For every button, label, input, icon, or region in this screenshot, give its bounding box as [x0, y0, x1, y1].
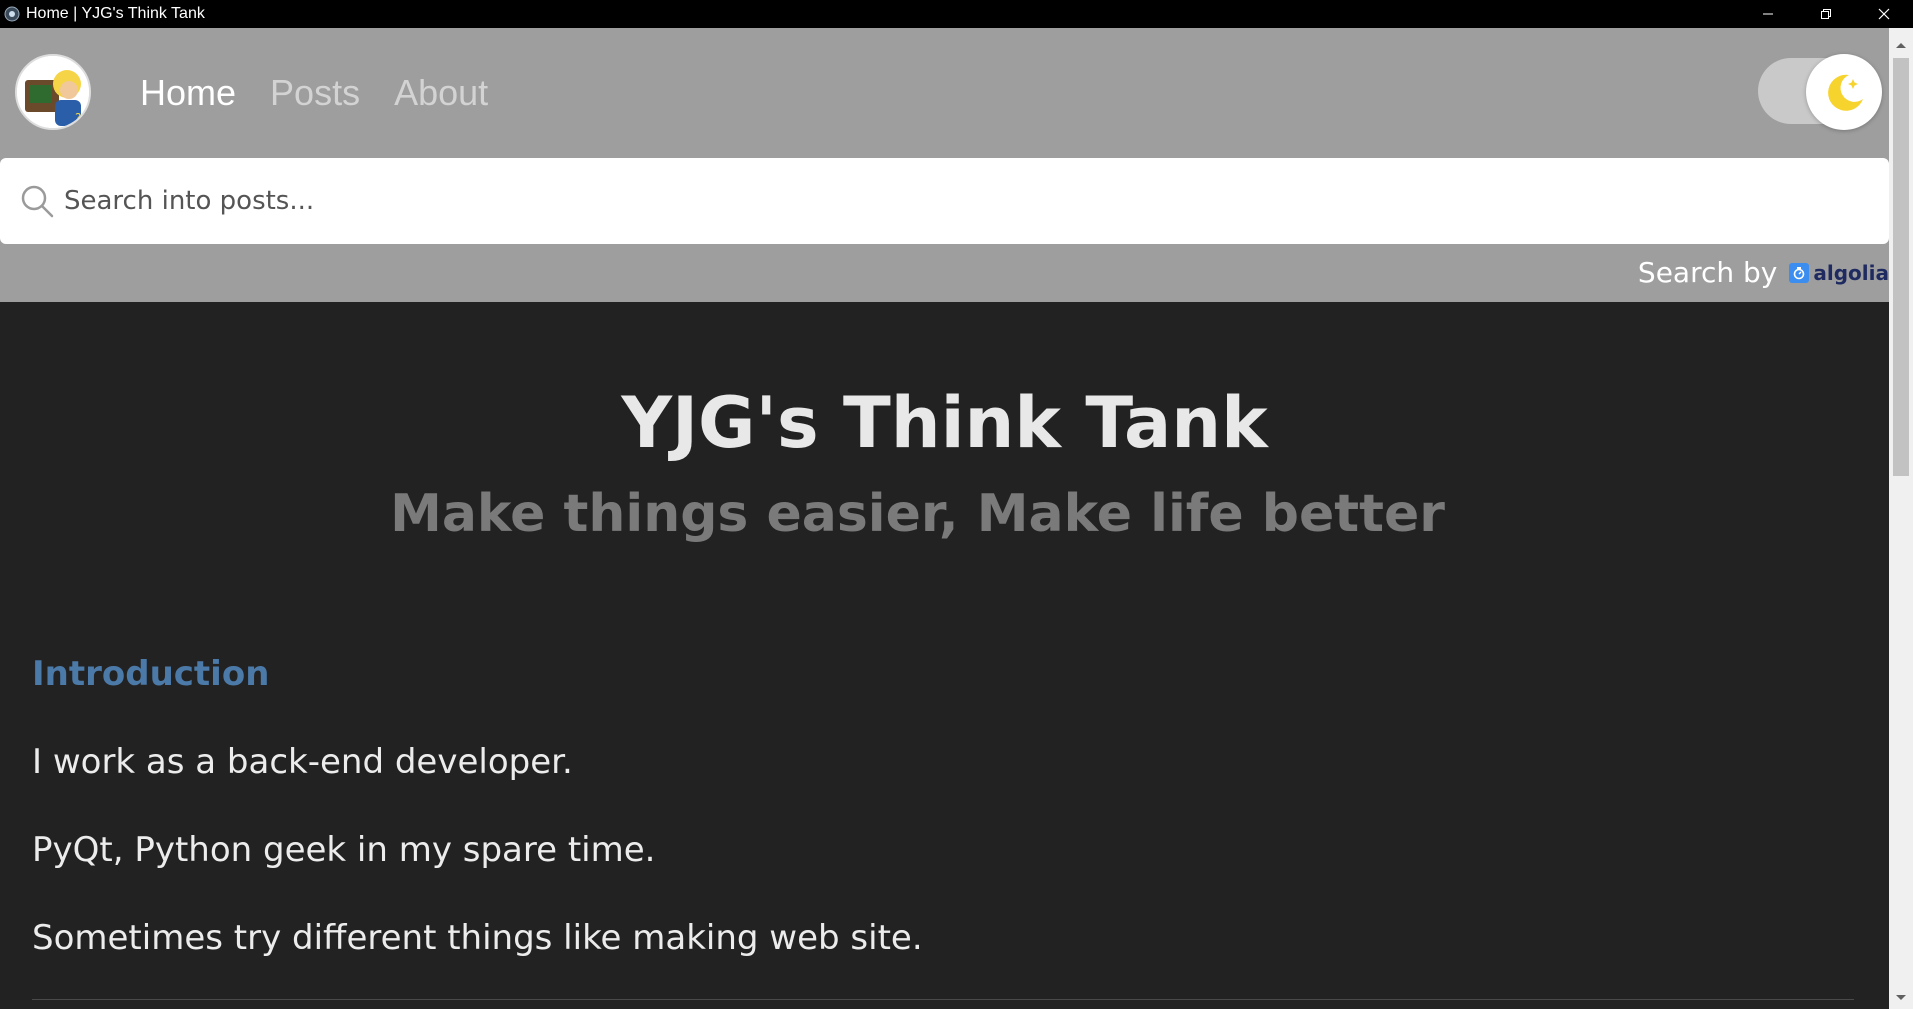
scroll-up-button[interactable]: [1889, 34, 1913, 56]
site-subtitle: Make things easier, Make life better: [390, 484, 1445, 544]
moon-icon: [1828, 74, 1863, 111]
close-button[interactable]: [1855, 0, 1913, 28]
app-icon: [4, 6, 20, 22]
window-controls: [1739, 0, 1913, 28]
close-icon: [1878, 8, 1890, 20]
svg-text:?: ?: [75, 111, 81, 125]
main-nav: Home Posts About: [140, 72, 488, 114]
site-header: ? Home Posts About Search by: [0, 28, 1889, 302]
search-by-label: Search by: [1637, 256, 1778, 289]
search-box: [0, 158, 1889, 244]
window-title: Home | YJG's Think Tank: [26, 5, 205, 22]
avatar-image: ?: [17, 56, 89, 128]
algolia-wordmark: algolia: [1813, 260, 1889, 285]
algolia-icon: [1789, 262, 1810, 283]
algolia-logo[interactable]: algolia: [1789, 261, 1889, 285]
scroll-down-button[interactable]: [1889, 987, 1913, 1009]
section-divider: [32, 999, 1854, 1000]
intro-paragraph: PyQt, Python geek in my spare time.: [32, 830, 656, 870]
nav-item-posts[interactable]: Posts: [270, 72, 360, 114]
search-input[interactable]: [64, 158, 1864, 244]
minimize-icon: [1763, 13, 1773, 15]
section-heading-introduction: Introduction: [32, 654, 270, 694]
avatar[interactable]: ?: [15, 54, 91, 130]
nav-item-about[interactable]: About: [394, 72, 488, 114]
scrollbar-thumb[interactable]: [1893, 58, 1909, 476]
site-title: YJG's Think Tank: [621, 382, 1268, 464]
restore-button[interactable]: [1797, 0, 1855, 28]
main-content: YJG's Think Tank Make things easier, Mak…: [0, 302, 1889, 1009]
intro-paragraph: Sometimes try different things like maki…: [32, 918, 923, 958]
chevron-up-icon: [1896, 43, 1906, 48]
search-attribution: Search by algolia: [1638, 256, 1889, 289]
restore-icon: [1821, 9, 1831, 19]
intro-paragraph: I work as a back-end developer.: [32, 742, 573, 782]
window-titlebar: Home | YJG's Think Tank: [0, 0, 1913, 28]
browser-viewport: ? Home Posts About Search by: [0, 28, 1889, 1009]
minimize-button[interactable]: [1739, 0, 1797, 28]
vertical-scrollbar[interactable]: [1889, 28, 1913, 1009]
theme-toggle[interactable]: [1758, 54, 1882, 130]
theme-toggle-knob: [1806, 54, 1882, 130]
chevron-down-icon: [1896, 995, 1906, 1000]
search-icon: [21, 185, 54, 218]
nav-item-home[interactable]: Home: [140, 72, 236, 114]
